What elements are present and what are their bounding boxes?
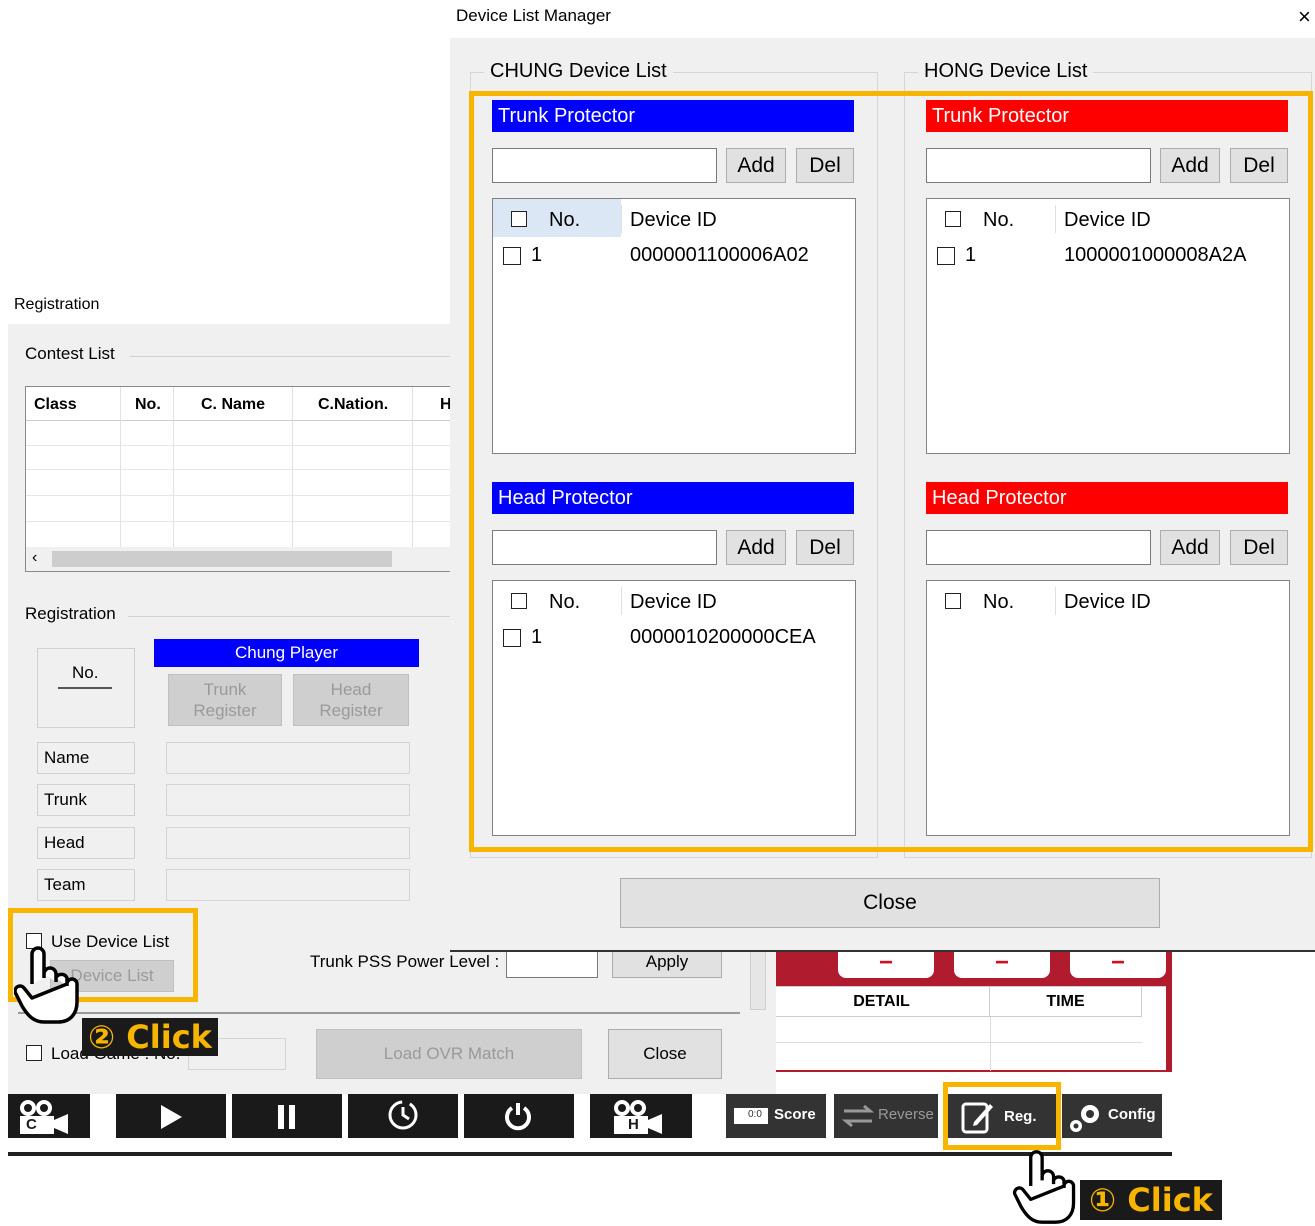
clock-timer-icon: [388, 1100, 418, 1130]
scroll-left-arrow-icon[interactable]: ‹: [32, 549, 37, 567]
column-divider: [120, 387, 121, 547]
head-register-line1: Head: [330, 680, 372, 699]
gears-icon: [1070, 1105, 1099, 1132]
vertical-scrollbar[interactable]: [750, 944, 766, 1010]
step1-click-callout: ① Click: [1080, 1180, 1222, 1220]
no-label: No.: [72, 663, 99, 682]
column-divider: [412, 387, 413, 547]
video-camera-icon: [20, 1100, 68, 1134]
hong-group-label: HONG Device List: [918, 60, 1094, 83]
device-lists-highlight: [469, 91, 1313, 852]
power-button[interactable]: [464, 1094, 574, 1138]
trunk-register-button[interactable]: Trunk Register: [168, 674, 282, 726]
toolbar-bottom-line: [8, 1152, 1172, 1156]
table-row[interactable]: [26, 445, 466, 446]
field-label-trunk: Trunk: [37, 784, 135, 816]
field-label-name: Name: [37, 742, 135, 774]
head-register-button[interactable]: Head Register: [293, 674, 409, 726]
field-label-head: Head: [37, 827, 135, 859]
minus-button[interactable]: −: [838, 948, 934, 978]
chung-player-header: Chung Player: [154, 639, 419, 667]
camera-c-label: C: [26, 1116, 37, 1133]
play-button[interactable]: [116, 1094, 226, 1138]
detail-table: DETAIL TIME: [774, 986, 1166, 1071]
contest-list-label: Contest List: [25, 344, 115, 363]
trunk-pss-power-input[interactable]: [506, 948, 598, 978]
hand-pointer-icon: [14, 946, 79, 1024]
camera-hong-button[interactable]: H: [590, 1094, 692, 1138]
field-label-team: Team: [37, 869, 135, 901]
swap-arrows-icon: [842, 1104, 874, 1128]
reverse-label: Reverse: [878, 1106, 934, 1123]
trunk-pss-label: Trunk PSS Power Level :: [310, 952, 500, 971]
contest-table: Class No. C. Name C.Nation. H ‹: [25, 386, 466, 572]
scrollbar-thumb[interactable]: [52, 551, 392, 567]
score-button[interactable]: 0:0 Score: [726, 1094, 826, 1138]
registration-group-line: [128, 616, 468, 617]
config-label: Config: [1108, 1106, 1156, 1123]
step2-click-callout: ② Click: [82, 1018, 218, 1056]
device-manager-close-button[interactable]: Close: [620, 878, 1160, 928]
no-underline: [58, 687, 112, 689]
device-list-manager-titlebar: Device List Manager ×: [450, 0, 1315, 38]
config-button[interactable]: Config: [1062, 1094, 1162, 1138]
trunk-register-line1: Trunk: [203, 680, 247, 699]
minus-button[interactable]: −: [1070, 948, 1166, 978]
table-row[interactable]: [26, 469, 466, 470]
head-field[interactable]: [166, 827, 410, 859]
time-column-header: TIME: [990, 987, 1142, 1017]
timer-button[interactable]: [348, 1094, 458, 1138]
pause-icon: [278, 1105, 295, 1129]
load-ovr-match-button[interactable]: Load OVR Match: [316, 1029, 582, 1079]
close-icon[interactable]: ×: [1298, 4, 1311, 30]
reverse-button[interactable]: Reverse: [834, 1094, 938, 1138]
column-c-name[interactable]: C. Name: [201, 396, 265, 414]
column-no[interactable]: No.: [135, 396, 161, 414]
column-divider: [292, 387, 293, 547]
column-class[interactable]: Class: [34, 396, 77, 414]
score-label: Score: [774, 1106, 816, 1123]
reg-button-highlight: [943, 1082, 1061, 1150]
play-icon: [161, 1105, 182, 1129]
registration-close-button[interactable]: Close: [608, 1029, 722, 1079]
detail-row-divider: [990, 1017, 991, 1071]
registration-section-label: Registration: [25, 604, 116, 623]
table-row[interactable]: [26, 521, 466, 522]
head-register-line2: Register: [319, 701, 383, 720]
background-app: − − − DETAIL TIME: [740, 940, 1172, 1090]
column-c-nation[interactable]: C.Nation.: [318, 396, 388, 414]
detail-row: [774, 1017, 1142, 1043]
load-game-checkbox[interactable]: [26, 1045, 42, 1061]
trunk-register-line2: Register: [193, 701, 257, 720]
power-icon: [505, 1103, 531, 1131]
table-row[interactable]: [26, 495, 466, 496]
minus-button[interactable]: −: [954, 948, 1050, 978]
horizontal-scrollbar[interactable]: ‹: [26, 547, 466, 571]
trunk-field[interactable]: [166, 784, 410, 816]
detail-column-header: DETAIL: [774, 987, 990, 1017]
contest-list-group-line: [130, 356, 470, 357]
dialog-title: Registration: [14, 296, 100, 313]
hand-pointer-icon: [1012, 1150, 1076, 1224]
chung-group-label: CHUNG Device List: [484, 60, 673, 83]
separator-line: [18, 1012, 740, 1014]
camera-chung-button[interactable]: C: [8, 1094, 90, 1138]
pause-button[interactable]: [232, 1094, 342, 1138]
camera-h-label: H: [628, 1116, 639, 1133]
team-field[interactable]: [166, 869, 410, 901]
no-box: No.: [37, 648, 135, 728]
device-manager-title: Device List Manager: [456, 6, 611, 25]
name-field[interactable]: [166, 742, 410, 774]
score-badge: 0:0: [748, 1109, 762, 1120]
column-divider: [173, 387, 174, 547]
